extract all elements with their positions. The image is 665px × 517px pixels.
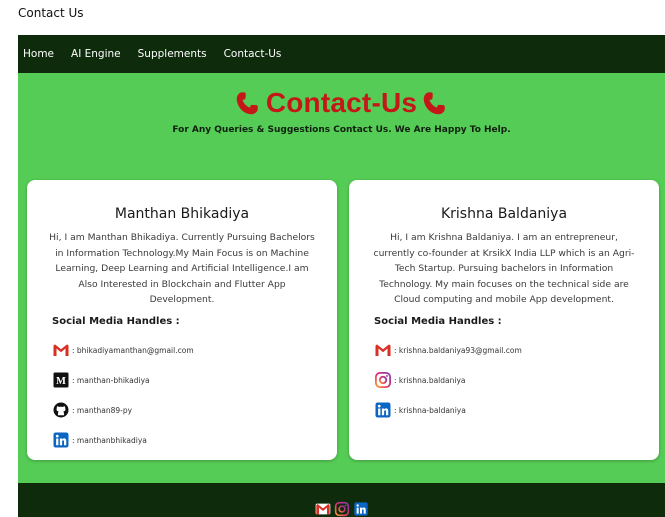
footer: [18, 483, 665, 517]
nav-supplements[interactable]: Supplements: [138, 48, 207, 60]
handle-gmail[interactable]: : bhikadiyamanthan@gmail.com: [52, 340, 194, 360]
linkedin-icon: [52, 431, 70, 449]
phone-icon: [233, 88, 263, 118]
github-icon: [52, 401, 70, 419]
gmail-icon: [374, 341, 392, 359]
medium-icon: [52, 371, 70, 389]
instagram-icon[interactable]: [334, 501, 350, 517]
hero-title-text: Contact-Us: [265, 87, 418, 118]
page-heading: Contact Us: [18, 6, 84, 20]
handle-text: : manthan89-py: [72, 405, 133, 415]
contact-section: Contact-Us For Any Queries & Suggestions…: [18, 73, 665, 483]
card-bio: Hi, I am Krishna Baldaniya. I am an entr…: [373, 232, 635, 305]
handle-text: : manthanbhikadiya: [72, 435, 147, 445]
nav-contact-us[interactable]: Contact-Us: [224, 48, 282, 60]
contact-card-krishna: Krishna Baldaniya Hi, I am Krishna Balda…: [349, 180, 659, 460]
contact-card-manthan: Manthan Bhikadiya Hi, I am Manthan Bhika…: [27, 180, 337, 460]
hero-subtitle: For Any Queries & Suggestions Contact Us…: [172, 125, 511, 135]
handle-text: : krishna.baldaniya93@gmail.com: [394, 345, 522, 355]
handle-gmail[interactable]: : krishna.baldaniya93@gmail.com: [374, 340, 522, 360]
handle-linkedin[interactable]: : krishna-baldaniya: [374, 400, 466, 420]
handle-linkedin[interactable]: : manthanbhikadiya: [52, 430, 147, 450]
card-bio: Hi, I am Manthan Bhikadiya. Currently Pu…: [49, 232, 315, 305]
handle-text: : krishna-baldaniya: [394, 405, 466, 415]
hero-title: Contact-Us: [18, 87, 665, 119]
linkedin-icon: [374, 401, 392, 419]
handle-github[interactable]: : manthan89-py: [52, 400, 132, 420]
gmail-icon: [52, 341, 70, 359]
gmail-icon[interactable]: [315, 501, 331, 517]
card-name: Krishna Baldaniya: [440, 206, 568, 222]
handle-text: : bhikadiyamanthan@gmail.com: [72, 345, 194, 355]
social-handles-title: Social Media Handles :: [374, 316, 502, 327]
handle-medium[interactable]: : manthan-bhikadiya: [52, 370, 150, 390]
phone-icon: [420, 88, 450, 118]
footer-social-icons: [315, 501, 369, 517]
linkedin-icon[interactable]: [353, 501, 369, 517]
handle-text: : krishna.baldaniya: [394, 375, 466, 385]
social-handles-title: Social Media Handles :: [52, 316, 180, 327]
card-name: Manthan Bhikadiya: [114, 206, 250, 222]
handle-instagram[interactable]: : krishna.baldaniya: [374, 370, 465, 390]
instagram-icon: [374, 371, 392, 389]
nav-home[interactable]: Home: [23, 48, 54, 60]
navbar: Home AI Engine Supplements Contact-Us: [18, 35, 665, 73]
nav-ai-engine[interactable]: AI Engine: [71, 48, 121, 60]
handle-text: : manthan-bhikadiya: [72, 375, 150, 385]
